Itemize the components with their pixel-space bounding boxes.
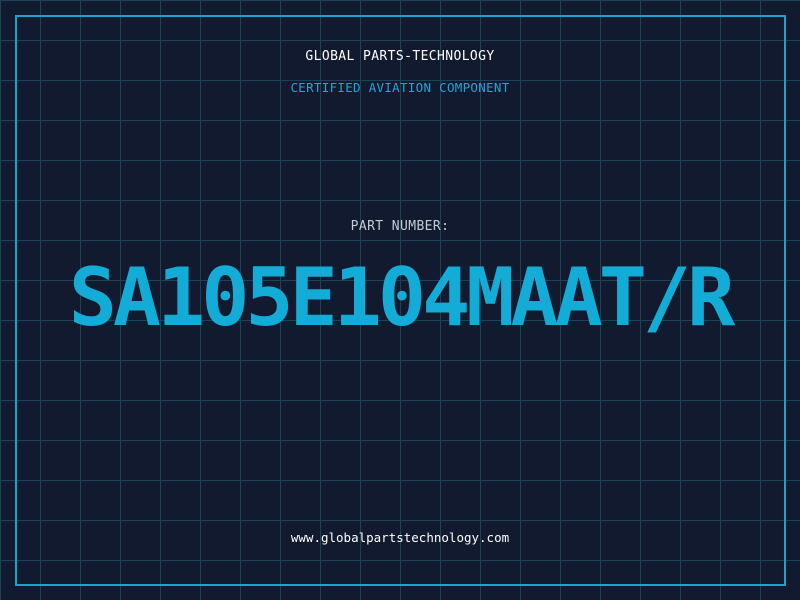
certification-subtitle: CERTIFIED AVIATION COMPONENT: [290, 80, 510, 95]
company-name: GLOBAL PARTS-TECHNOLOGY: [305, 49, 495, 64]
website-url: www.globalpartstechnology.com: [290, 530, 510, 545]
part-number-label: PART NUMBER:: [350, 219, 450, 234]
part-number-value: SA105E104MAAT/R: [68, 251, 735, 344]
